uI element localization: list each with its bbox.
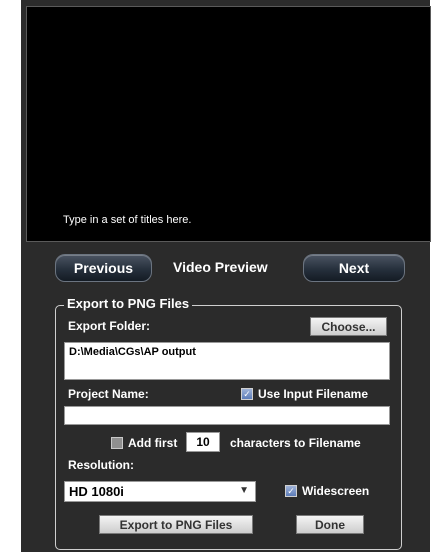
resolution-select[interactable]: HD 1080i ▼: [64, 481, 256, 502]
checkmark-icon: ✓: [243, 389, 251, 399]
done-button[interactable]: Done: [296, 515, 364, 534]
video-preview-label: Video Preview: [173, 259, 268, 275]
resolution-label: Resolution:: [68, 458, 134, 472]
chevron-down-icon: ▼: [239, 485, 249, 496]
video-preview: Type in a set of titles here.: [26, 6, 431, 242]
preview-title-text: Type in a set of titles here.: [63, 214, 192, 226]
widescreen-checkbox[interactable]: ✓: [285, 485, 297, 497]
add-first-checkbox[interactable]: [111, 437, 123, 449]
char-count-field[interactable]: 10: [186, 432, 220, 452]
resolution-value: HD 1080i: [69, 484, 124, 499]
char-count-value: 10: [196, 435, 210, 449]
add-first-label: Add first: [128, 436, 178, 450]
use-input-filename-label: Use Input Filename: [258, 387, 369, 401]
export-folder-label: Export Folder:: [68, 319, 151, 333]
use-input-filename-checkbox[interactable]: ✓: [241, 388, 253, 400]
export-group-title: Export to PNG Files: [64, 296, 193, 311]
export-folder-field[interactable]: D:\Media\CGs\AP output: [64, 342, 390, 380]
next-button[interactable]: Next: [303, 254, 405, 282]
checkmark-icon: ✓: [287, 486, 295, 496]
project-name-label: Project Name:: [68, 387, 149, 401]
export-folder-value: D:\Media\CGs\AP output: [69, 346, 196, 358]
project-name-field[interactable]: [64, 406, 390, 425]
export-to-png-button[interactable]: Export to PNG Files: [99, 515, 253, 534]
choose-button[interactable]: Choose...: [310, 317, 387, 336]
widescreen-label: Widescreen: [302, 484, 370, 498]
previous-button[interactable]: Previous: [55, 254, 152, 282]
characters-to-filename-label: characters to Filename: [230, 436, 361, 450]
